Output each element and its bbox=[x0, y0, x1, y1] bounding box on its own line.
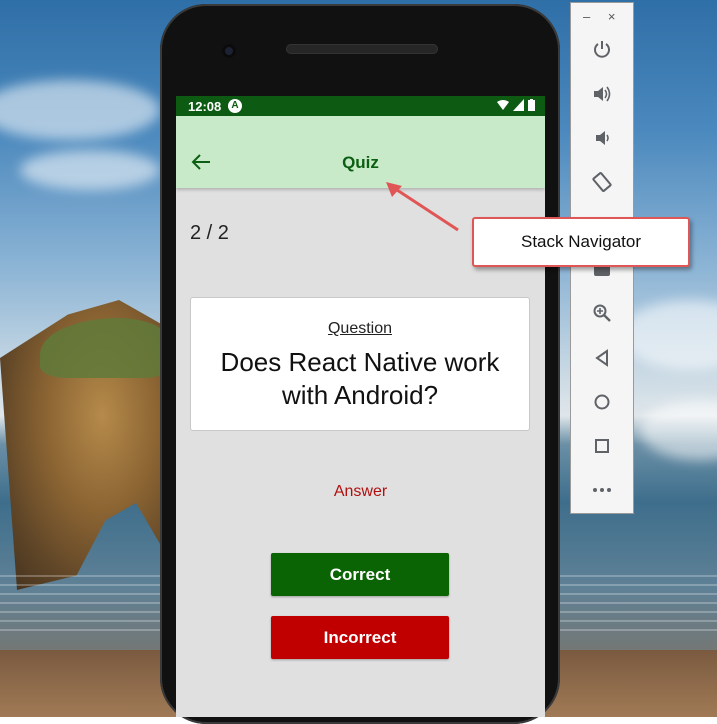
callout-arrow-icon bbox=[386, 182, 459, 232]
status-icons bbox=[497, 99, 535, 111]
overview-icon[interactable] bbox=[588, 432, 616, 460]
cloud bbox=[620, 300, 717, 370]
question-counter: 2 / 2 bbox=[190, 222, 229, 244]
back-icon[interactable] bbox=[588, 344, 616, 372]
front-camera bbox=[222, 44, 236, 58]
cloud bbox=[0, 80, 160, 140]
phone-screen: 12:08 A Quiz 2 / 2 Question Does React N… bbox=[176, 96, 545, 717]
expo-badge-icon: A bbox=[228, 99, 242, 113]
zoom-icon[interactable] bbox=[588, 299, 616, 327]
volume-down-icon[interactable] bbox=[588, 124, 616, 152]
question-card: Question Does React Native work with And… bbox=[190, 297, 530, 431]
question-text: Does React Native work with Android? bbox=[220, 347, 500, 410]
status-bar: 12:08 A bbox=[176, 96, 545, 116]
cloud bbox=[640, 400, 717, 460]
show-answer-link[interactable]: Answer bbox=[176, 483, 545, 501]
window-controls: – × bbox=[583, 9, 629, 24]
earpiece-speaker bbox=[286, 44, 438, 54]
page-title: Quiz bbox=[342, 153, 379, 172]
power-icon[interactable] bbox=[588, 35, 616, 63]
stack-navigator-callout: Stack Navigator bbox=[472, 217, 690, 267]
incorrect-button[interactable]: Incorrect bbox=[271, 616, 449, 659]
correct-button[interactable]: Correct bbox=[271, 553, 449, 596]
home-icon[interactable] bbox=[588, 388, 616, 416]
rotate-icon[interactable] bbox=[588, 168, 616, 196]
app-header: Quiz bbox=[176, 116, 545, 188]
more-icon[interactable] bbox=[588, 476, 616, 504]
cloud bbox=[20, 150, 160, 190]
close-button[interactable]: × bbox=[608, 9, 616, 24]
battery-icon bbox=[528, 99, 535, 111]
wifi-icon bbox=[497, 100, 509, 110]
minimize-button[interactable]: – bbox=[583, 9, 590, 24]
volume-up-icon[interactable] bbox=[588, 80, 616, 108]
signal-icon bbox=[513, 99, 524, 111]
question-label: Question bbox=[327, 320, 393, 337]
status-time: 12:08 bbox=[188, 99, 222, 114]
